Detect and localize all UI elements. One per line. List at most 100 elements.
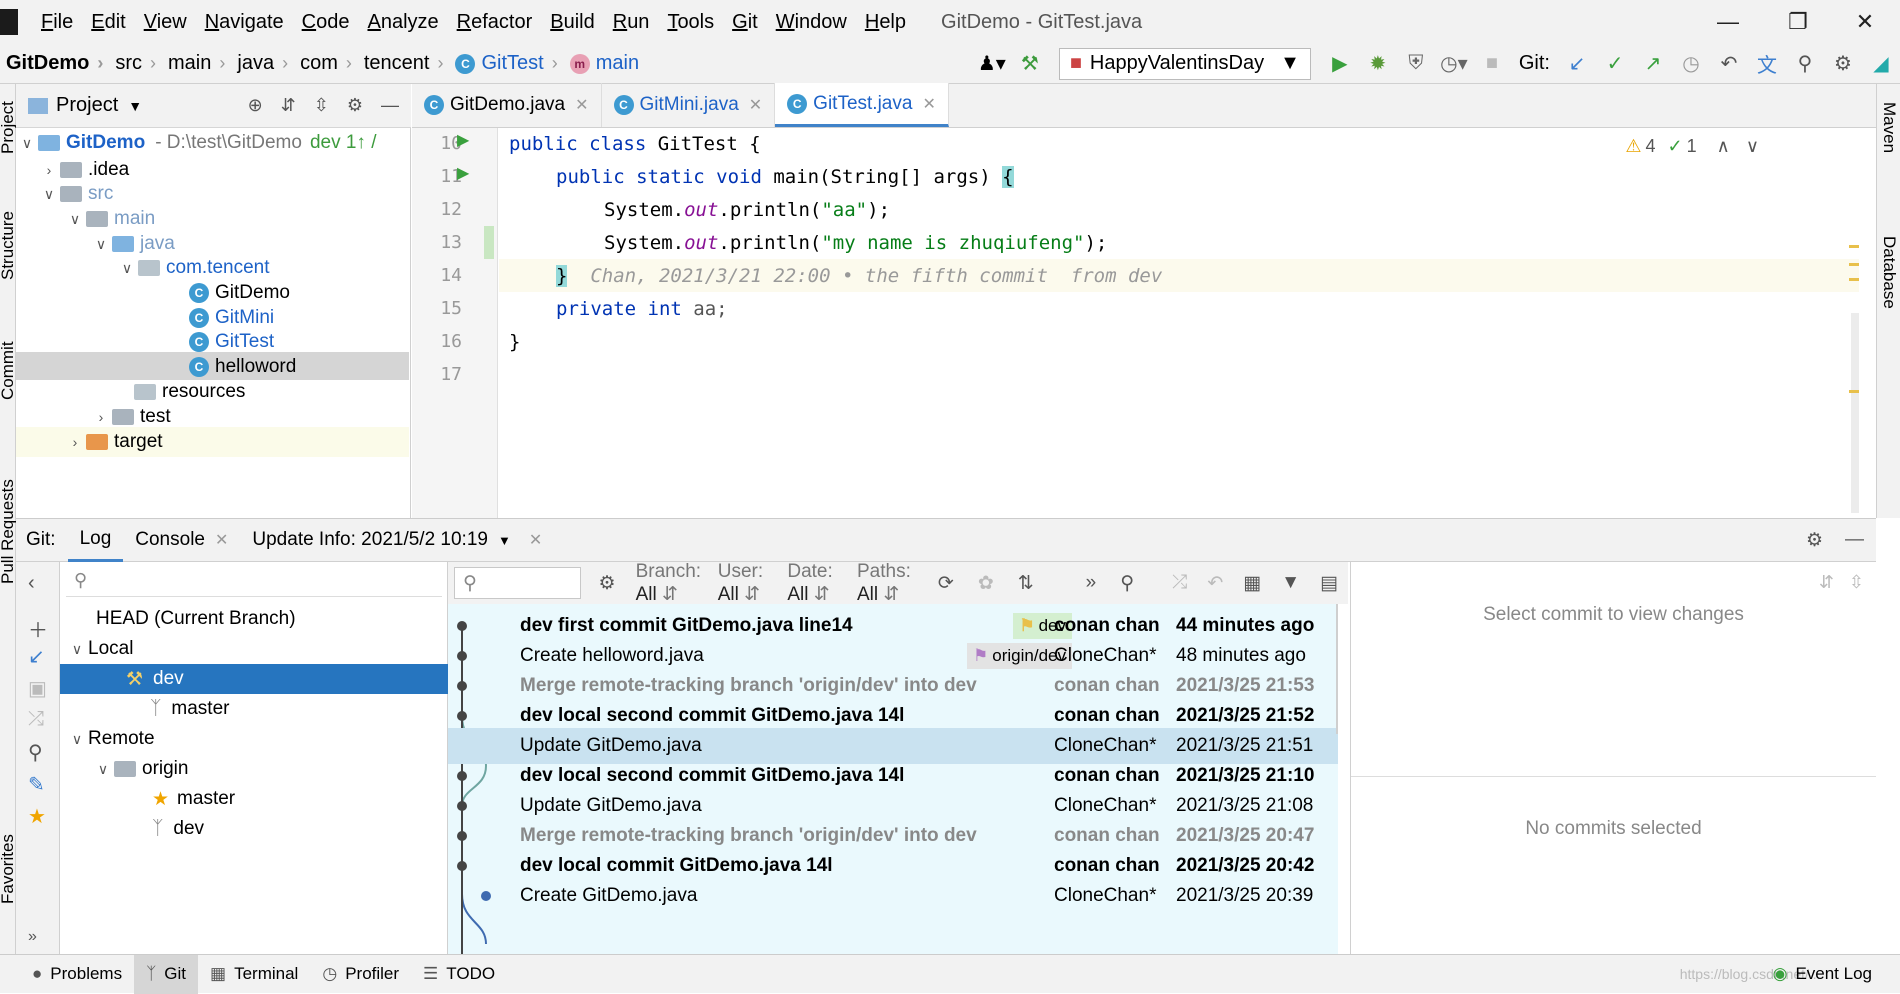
tab-gittest[interactable]: C GitTest.java ✕	[775, 83, 949, 127]
code-editor[interactable]: public class GitTest { public static voi…	[499, 128, 1859, 518]
chevron-down-icon[interactable]: ∨	[66, 641, 88, 658]
log-search-input[interactable]: ⚲	[454, 567, 581, 599]
run-icon[interactable]: ▶	[1321, 45, 1359, 83]
menu-file[interactable]: File	[32, 0, 82, 44]
filter-icon[interactable]: ▼	[1281, 572, 1300, 594]
menu-navigate[interactable]: Navigate	[196, 0, 293, 44]
gear-icon[interactable]: ⚙	[347, 95, 363, 116]
close-icon[interactable]: ✕	[922, 94, 935, 114]
tool-todo[interactable]: ☰ TODO	[411, 955, 507, 994]
chevron-right-icon[interactable]: ›	[64, 434, 86, 450]
translate-icon[interactable]: 文	[1748, 45, 1786, 83]
menu-build[interactable]: Build	[541, 0, 603, 44]
breadcrumb-project[interactable]: GitDemo ›	[0, 52, 109, 75]
rollback-icon[interactable]: ↶	[1710, 45, 1748, 83]
preview-icon[interactable]: ▤	[1320, 572, 1338, 595]
chevron-down-icon[interactable]: ∨	[64, 211, 86, 228]
warning-marker[interactable]	[1849, 263, 1859, 266]
coverage-icon[interactable]: ⛨	[1397, 45, 1435, 83]
filter-paths[interactable]: Paths: All ⇵	[857, 561, 920, 606]
menu-code[interactable]: Code	[293, 0, 359, 44]
git-blame-hint[interactable]: Chan, 2021/3/21 22:00 • the fifth commit…	[590, 265, 1162, 287]
breadcrumb-method[interactable]: m main	[564, 52, 645, 75]
toolbox-icon[interactable]: ◢	[1862, 45, 1900, 83]
breadcrumb-main[interactable]: main ›	[162, 52, 231, 75]
restore-button[interactable]: ❐	[1763, 0, 1833, 44]
tool-event-log[interactable]: ◉ Event Log	[1761, 955, 1884, 994]
run-main-icon[interactable]: ▶	[457, 163, 469, 183]
search-icon[interactable]: ⚲	[1120, 572, 1134, 595]
tool-terminal[interactable]: ▦ Terminal	[198, 955, 310, 994]
history-icon[interactable]: ◷	[1672, 45, 1710, 83]
chevron-up-icon[interactable]: ∧	[1717, 136, 1730, 157]
gear-icon[interactable]: ⚙	[599, 572, 616, 595]
update-icon[interactable]: ↙	[28, 644, 45, 669]
branch-remote-origin[interactable]: ∨ origin	[92, 754, 189, 784]
menu-tools[interactable]: Tools	[658, 0, 723, 44]
branch-group-remote[interactable]: ∨ Remote	[66, 724, 155, 754]
refresh-icon[interactable]: ⟳	[938, 572, 954, 595]
inspection-widget[interactable]: ⚠ 4 ✓ 1 ∧ ∨	[1625, 136, 1759, 157]
chevron-right-icon[interactable]: ›	[38, 162, 60, 178]
chevron-down-icon[interactable]: ▼	[498, 533, 511, 548]
chevron-down-icon[interactable]: ∨	[90, 236, 112, 253]
chevron-down-icon[interactable]: ∨	[66, 731, 88, 748]
user-icon[interactable]: ♟▾	[973, 45, 1011, 83]
run-class-icon[interactable]: ▶	[457, 130, 469, 150]
group-icon[interactable]: ▦	[1243, 572, 1261, 595]
warning-marker[interactable]	[1849, 390, 1859, 393]
hide-panel-icon[interactable]: —	[381, 95, 399, 116]
tab-console[interactable]: Console ✕	[123, 518, 240, 562]
branch-local-master[interactable]: ᛉ master	[150, 694, 229, 724]
editor-scrollbar[interactable]	[1851, 313, 1859, 513]
branch-origin-master[interactable]: ★ master	[152, 784, 235, 814]
hide-panel-icon[interactable]: —	[1845, 529, 1864, 551]
sort-icon[interactable]: ⇅	[1018, 572, 1034, 595]
revert-icon[interactable]: ↶	[1207, 572, 1223, 595]
menu-edit[interactable]: Edit	[82, 0, 134, 44]
tree-node-target[interactable]: › target	[64, 427, 163, 457]
compare-icon[interactable]: ⤮	[28, 708, 44, 731]
minimize-button[interactable]: —	[1693, 0, 1763, 44]
tab-log[interactable]: Log	[67, 518, 124, 562]
git-update-icon[interactable]: ↙	[1558, 45, 1596, 83]
log-scrollbar[interactable]	[1336, 604, 1338, 734]
breadcrumb-com[interactable]: com ›	[294, 52, 358, 75]
side-tab-maven[interactable]: Maven	[1879, 102, 1899, 153]
stop-icon[interactable]: ■	[1473, 45, 1511, 83]
delete-icon[interactable]: ▣	[28, 676, 47, 701]
chevron-left-icon[interactable]: ‹	[28, 572, 35, 595]
run-configuration-select[interactable]: ■ HappyValentinsDay ▼	[1058, 47, 1311, 80]
search-icon[interactable]: ⚲	[1786, 45, 1824, 83]
gear-icon[interactable]: ⚙	[1824, 45, 1862, 83]
commit-row[interactable]: Create GitDemo.java CloneChan* 2021/3/25…	[448, 878, 1338, 914]
chevron-down-icon[interactable]: ∨	[1746, 136, 1759, 157]
chevron-down-icon[interactable]: ∨	[16, 135, 38, 152]
vcs-modified-marker[interactable]	[484, 226, 494, 259]
close-window-button[interactable]: ✕	[1830, 0, 1900, 44]
add-icon[interactable]: ＋	[28, 614, 48, 643]
menu-help[interactable]: Help	[856, 0, 915, 44]
menu-git[interactable]: Git	[723, 0, 767, 44]
chevron-down-icon[interactable]: ∨	[116, 260, 138, 277]
tab-gitmini[interactable]: C GitMini.java ✕	[602, 83, 776, 127]
chevron-down-icon[interactable]: ∨	[38, 186, 60, 203]
breadcrumb-class[interactable]: C GitTest ›	[449, 52, 563, 75]
tool-git[interactable]: ᛉ Git	[134, 954, 199, 994]
tab-gitdemo[interactable]: C GitDemo.java ✕	[412, 83, 602, 127]
chevron-down-icon[interactable]: ▼	[128, 98, 142, 114]
gear-icon[interactable]: ⚙	[1806, 529, 1823, 552]
close-icon[interactable]: ✕	[575, 95, 588, 115]
debug-icon[interactable]: ✹	[1359, 45, 1397, 83]
tab-update-info[interactable]: Update Info: 2021/5/2 10:19 ▼ ✕	[240, 518, 554, 562]
expand-all-icon[interactable]: ⇵	[281, 95, 296, 116]
search-icon[interactable]: ⚲	[28, 740, 43, 765]
branch-search-input[interactable]: ⚲	[66, 565, 442, 597]
menu-view[interactable]: View	[135, 0, 196, 44]
menu-analyze[interactable]: Analyze	[358, 0, 447, 44]
project-panel-title[interactable]: Project	[56, 94, 118, 117]
tree-node-root[interactable]: ∨ GitDemo - D:\test\GitDemo dev 1↑ /	[16, 128, 377, 158]
warning-marker[interactable]	[1849, 278, 1859, 281]
side-tab-database[interactable]: Database	[1879, 236, 1899, 309]
more-icon[interactable]: »	[1086, 572, 1097, 594]
